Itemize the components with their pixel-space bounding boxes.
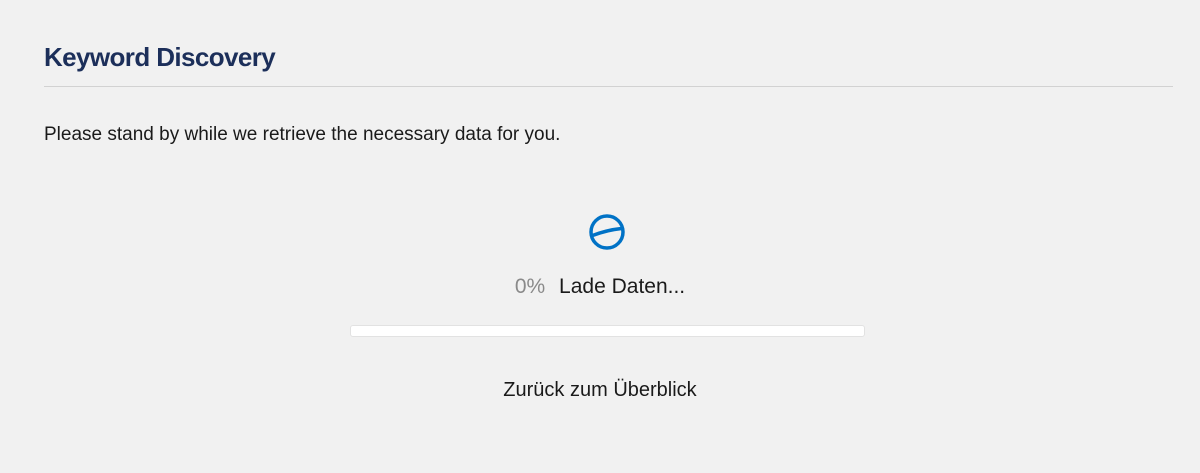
spinner-icon <box>587 212 627 252</box>
page-title: Keyword Discovery <box>44 42 276 72</box>
loading-status-text: Lade Daten... <box>559 275 686 298</box>
page-header: Keyword Discovery <box>44 40 1173 87</box>
standby-message: Please stand by while we retrieve the ne… <box>44 124 561 145</box>
back-to-overview-link[interactable]: Zurück zum Überblick <box>0 377 1200 403</box>
progress-bar <box>350 325 865 337</box>
loading-status: 0% Lade Daten... <box>0 273 1200 301</box>
progress-percent: 0% <box>514 275 546 298</box>
